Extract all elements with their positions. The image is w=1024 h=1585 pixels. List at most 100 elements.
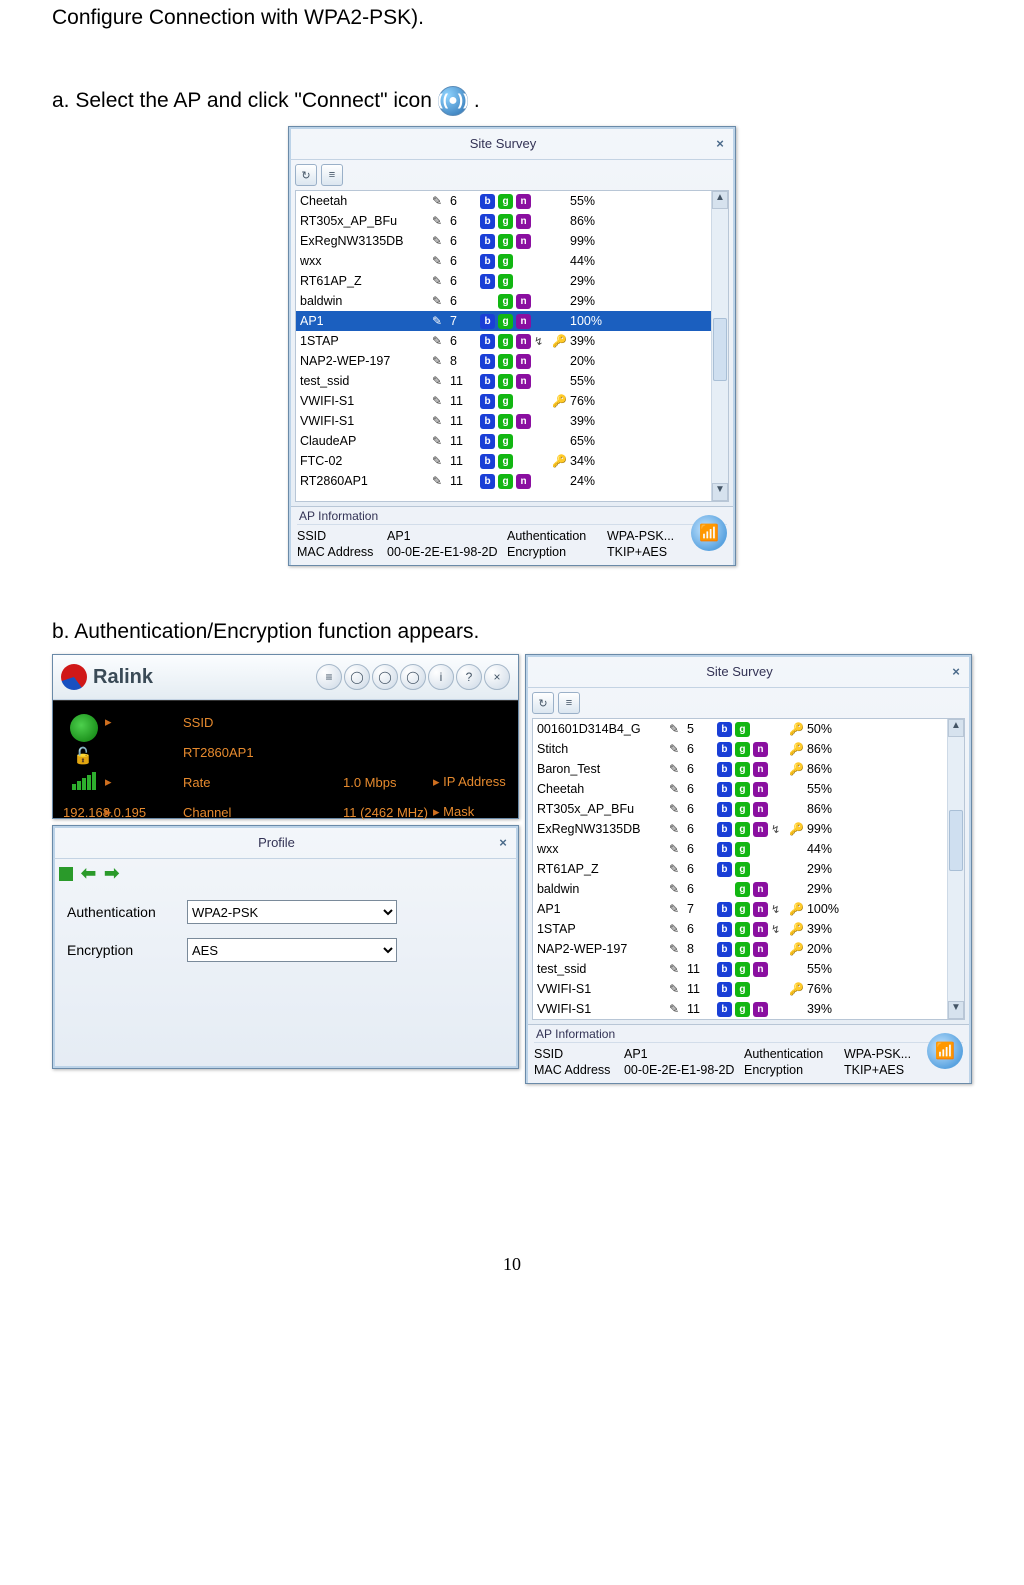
window-title: Site Survey: [295, 136, 711, 151]
ap-list[interactable]: Cheetah✎6bgn55%RT305x_AP_BFu✎6bgn86%ExRe…: [295, 190, 729, 502]
ap-row[interactable]: AP1✎7bgn100%: [296, 311, 728, 331]
ap-row[interactable]: 001601D314B4_G✎5bg🔑50%: [533, 719, 964, 739]
ssid-label: SSID: [297, 529, 387, 543]
ap-row[interactable]: VWIFI-S1✎11bg🔑76%: [296, 391, 728, 411]
ap-row[interactable]: ExRegNW3135DB✎6bgn↯🔑99%: [533, 819, 964, 839]
window-title: Profile: [59, 835, 494, 850]
ap-row[interactable]: NAP2-WEP-197✎8bgn🔑20%: [533, 939, 964, 959]
mode-n-icon: n: [753, 902, 768, 917]
ap-row[interactable]: Cheetah✎6bgn55%: [296, 191, 728, 211]
list-view-button[interactable]: ≡: [321, 164, 343, 186]
mode-g-icon: g: [498, 214, 513, 229]
toolbar-button-4[interactable]: ◯: [400, 664, 426, 690]
mode-g-icon: g: [498, 374, 513, 389]
ap-channel: 7: [450, 314, 480, 328]
ap-row[interactable]: RT61AP_Z✎6bg29%: [533, 859, 964, 879]
ap-row[interactable]: Cheetah✎6bgn55%: [533, 779, 964, 799]
mode-n-icon: n: [516, 354, 531, 369]
next-icon[interactable]: ➡: [104, 863, 119, 884]
ap-row[interactable]: AP1✎7bgn↯🔑100%: [533, 899, 964, 919]
toolbar-button-1[interactable]: ≡: [316, 664, 342, 690]
ap-row[interactable]: baldwin✎6gn29%: [533, 879, 964, 899]
mode-g-icon: g: [735, 962, 750, 977]
ap-ssid: AP1: [300, 314, 430, 328]
mode-b-icon: b: [717, 1002, 732, 1017]
pencil-icon: ✎: [430, 374, 444, 388]
mask-label: ▸ Mask: [433, 804, 508, 820]
scroll-down-icon[interactable]: ▼: [712, 483, 728, 501]
mode-g-icon: g: [498, 334, 513, 349]
pencil-icon: ✎: [667, 962, 681, 976]
profile-window: Profile × ⬅ ➡ Authentication WPA2-PSK: [52, 825, 519, 1069]
ap-ssid: VWIFI-S1: [300, 414, 430, 428]
ap-information-panel: AP Information SSID AP1 Authentication W…: [291, 506, 733, 565]
ap-signal: 99%: [807, 822, 960, 836]
mode-g-icon: g: [735, 1002, 750, 1017]
pencil-icon: ✎: [667, 1002, 681, 1016]
scroll-down-icon[interactable]: ▼: [948, 1001, 964, 1019]
scrollbar[interactable]: ▲ ▼: [947, 719, 964, 1019]
ap-row[interactable]: ClaudeAP✎11bg65%: [296, 431, 728, 451]
ap-info-title: AP Information: [297, 507, 727, 525]
ap-row[interactable]: VWIFI-S1✎11bgn39%: [296, 411, 728, 431]
ap-row[interactable]: RT2860AP1✎11bgn24%: [296, 471, 728, 491]
ap-row[interactable]: wxx✎6bg44%: [296, 251, 728, 271]
key-icon: 🔑: [789, 822, 804, 836]
encryption-select[interactable]: AES: [187, 938, 397, 962]
ap-row[interactable]: Stitch✎6bgn🔑86%: [533, 739, 964, 759]
enc-label: Encryption: [67, 942, 187, 958]
ap-row[interactable]: test_ssid✎11bgn55%: [296, 371, 728, 391]
ap-channel: 11: [450, 414, 480, 428]
authentication-select[interactable]: WPA2-PSK: [187, 900, 397, 924]
ap-row[interactable]: RT305x_AP_BFu✎6bgn86%: [533, 799, 964, 819]
ap-signal: 44%: [807, 842, 960, 856]
refresh-button[interactable]: ↻: [532, 692, 554, 714]
ap-row[interactable]: 1STAP✎6bgn↯🔑39%: [296, 331, 728, 351]
ap-row[interactable]: VWIFI-S1✎11bgn39%: [533, 999, 964, 1019]
ap-row[interactable]: FTC-02✎11bg🔑34%: [296, 451, 728, 471]
close-icon[interactable]: ×: [947, 664, 965, 679]
mac-value: 00-0E-2E-E1-98-2D: [387, 545, 507, 559]
toolbar-button-info[interactable]: i: [428, 664, 454, 690]
connection-antenna-icon: [70, 714, 98, 742]
list-view-button[interactable]: ≡: [558, 692, 580, 714]
ap-channel: 8: [687, 942, 717, 956]
mode-b-icon: b: [717, 902, 732, 917]
mode-b-icon: b: [717, 942, 732, 957]
ap-ssid: VWIFI-S1: [300, 394, 430, 408]
prev-icon[interactable]: ⬅: [81, 863, 96, 884]
close-icon[interactable]: ×: [711, 136, 729, 151]
toolbar-button-3[interactable]: ◯: [372, 664, 398, 690]
rate-label: Rate: [183, 775, 343, 790]
ap-row[interactable]: RT61AP_Z✎6bg29%: [296, 271, 728, 291]
ap-info-title: AP Information: [534, 1025, 963, 1043]
ap-list[interactable]: 001601D314B4_G✎5bg🔑50%Stitch✎6bgn🔑86%Bar…: [532, 718, 965, 1020]
refresh-button[interactable]: ↻: [295, 164, 317, 186]
toolbar-button-2[interactable]: ◯: [344, 664, 370, 690]
ssid-label: SSID: [183, 715, 343, 730]
mode-b-icon: b: [717, 982, 732, 997]
antenna-icon: 📶: [927, 1033, 963, 1069]
ap-row[interactable]: NAP2-WEP-197✎8bgn20%: [296, 351, 728, 371]
ap-channel: 6: [687, 882, 717, 896]
ap-row[interactable]: 1STAP✎6bgn↯🔑39%: [533, 919, 964, 939]
scrollbar[interactable]: ▲ ▼: [711, 191, 728, 501]
ap-signal: 39%: [570, 414, 724, 428]
ap-row[interactable]: Baron_Test✎6bgn🔑86%: [533, 759, 964, 779]
ap-row[interactable]: VWIFI-S1✎11bg🔑76%: [533, 979, 964, 999]
ap-row[interactable]: ExRegNW3135DB✎6bgn99%: [296, 231, 728, 251]
toolbar-button-close[interactable]: ×: [484, 664, 510, 690]
pencil-icon: ✎: [430, 234, 444, 248]
ap-signal: 100%: [570, 314, 724, 328]
ap-row[interactable]: baldwin✎6gn29%: [296, 291, 728, 311]
ap-ssid: RT2860AP1: [300, 474, 430, 488]
close-icon[interactable]: ×: [494, 835, 512, 850]
ap-row[interactable]: test_ssid✎11bgn55%: [533, 959, 964, 979]
ip-value: 192.168.0.195: [63, 805, 105, 820]
toolbar-button-help[interactable]: ?: [456, 664, 482, 690]
ap-row[interactable]: RT305x_AP_BFu✎6bgn86%: [296, 211, 728, 231]
mode-g-icon: g: [498, 314, 513, 329]
ap-row[interactable]: wxx✎6bg44%: [533, 839, 964, 859]
mode-b-icon: b: [480, 434, 495, 449]
stop-icon[interactable]: [59, 867, 73, 881]
